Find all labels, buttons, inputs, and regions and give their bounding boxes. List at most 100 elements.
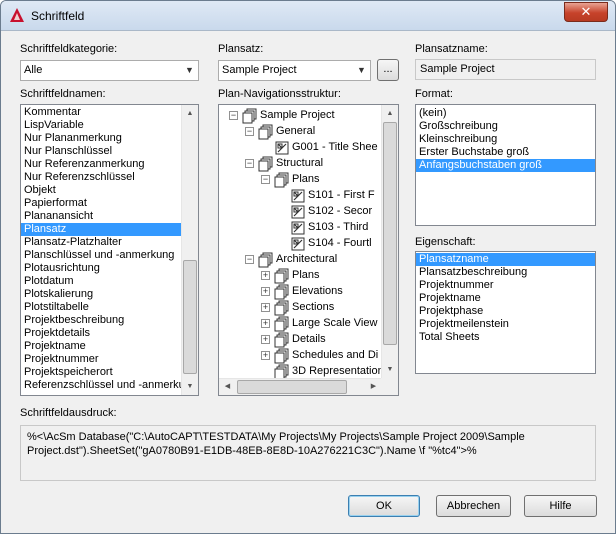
list-item[interactable]: Plotdatum <box>21 275 182 288</box>
list-item[interactable]: Plotskalierung <box>21 288 182 301</box>
tree-item[interactable]: − Plans <box>219 172 382 188</box>
category-select[interactable]: Alle ▼ <box>20 60 199 81</box>
list-item[interactable]: Plotstiltabelle <box>21 301 182 314</box>
browse-sheetset-button[interactable]: ... <box>377 59 399 81</box>
scroll-up-icon[interactable]: ▲ <box>382 105 398 122</box>
collapse-icon[interactable]: − <box>229 111 238 120</box>
list-item[interactable]: Kleinschreibung <box>416 133 595 146</box>
expand-icon[interactable]: + <box>261 303 270 312</box>
sheet-navigation-tree[interactable]: − Sample Project − General G001 - Title Shee… <box>218 104 399 396</box>
tree-item[interactable]: + Elevations <box>219 284 382 300</box>
list-item[interactable]: Nur Referenzschlüssel <box>21 171 182 184</box>
list-item[interactable]: Papierformat <box>21 197 182 210</box>
tree-item[interactable]: + Plans <box>219 268 382 284</box>
scroll-thumb[interactable] <box>383 122 397 345</box>
sheetset-name-field: Sample Project <box>415 59 596 80</box>
collapse-icon[interactable]: − <box>245 127 254 136</box>
help-button[interactable]: Hilfe <box>524 495 597 517</box>
scroll-up-icon[interactable]: ▲ <box>182 105 198 122</box>
sheet-set-icon <box>274 300 290 316</box>
chevron-down-icon: ▼ <box>357 65 366 75</box>
sheetset-value: Sample Project <box>222 64 297 76</box>
sheet-icon <box>290 236 306 252</box>
list-item[interactable]: Nur Plananmerkung <box>21 132 182 145</box>
sheetset-select[interactable]: Sample Project ▼ <box>218 60 371 81</box>
tree-item[interactable]: S104 - Fourtl <box>219 236 382 252</box>
list-item[interactable]: Projektname <box>21 340 182 353</box>
scroll-thumb[interactable] <box>237 380 347 394</box>
tree-item-label: S102 - Secor <box>308 205 373 217</box>
list-item[interactable]: Referenzschlüssel und -anmerkung <box>21 379 197 392</box>
list-item[interactable]: Plansatzbeschreibung <box>416 266 595 279</box>
tree-item[interactable]: + Schedules and Di <box>219 348 382 364</box>
tree-item-label: Large Scale View <box>292 317 378 329</box>
scroll-left-icon[interactable]: ◀ <box>219 379 236 395</box>
list-item[interactable]: Projektspeicherort <box>21 366 182 379</box>
list-item[interactable]: Objekt <box>21 184 182 197</box>
names-scrollbar[interactable]: ▲ ▼ <box>181 105 198 395</box>
expand-icon[interactable]: + <box>261 351 270 360</box>
tree-item-label: Sample Project <box>260 109 335 121</box>
list-item[interactable]: Total Sheets <box>416 331 595 344</box>
collapse-icon[interactable]: − <box>245 159 254 168</box>
scroll-thumb[interactable] <box>183 260 197 374</box>
tree-item[interactable]: − Architectural <box>219 252 382 268</box>
list-item[interactable]: Projektmeilenstein <box>416 318 595 331</box>
tree-vscrollbar[interactable]: ▲ ▼ <box>381 105 398 378</box>
tree-item[interactable]: − General <box>219 124 382 140</box>
expand-icon[interactable]: + <box>261 271 270 280</box>
collapse-icon[interactable]: − <box>245 255 254 264</box>
tree-item[interactable]: − Sample Project <box>219 108 382 124</box>
tree-item[interactable]: + Large Scale View <box>219 316 382 332</box>
tree-item[interactable]: + Details <box>219 332 382 348</box>
list-item[interactable]: Plansatz-Platzhalter <box>21 236 182 249</box>
tree-item[interactable]: S103 - Third <box>219 220 382 236</box>
collapse-icon[interactable]: − <box>261 175 270 184</box>
tree-item[interactable]: S101 - First F <box>219 188 382 204</box>
tree-item-label: Details <box>292 333 326 345</box>
expand-icon[interactable]: + <box>261 335 270 344</box>
list-item[interactable]: Kommentar <box>21 106 182 119</box>
list-item[interactable]: Nur Planschlüssel <box>21 145 182 158</box>
scroll-down-icon[interactable]: ▼ <box>382 361 398 378</box>
list-item[interactable]: Plansatz <box>21 223 182 236</box>
list-item[interactable]: Plananansicht <box>21 210 182 223</box>
list-item[interactable]: (kein) <box>416 107 595 120</box>
list-item[interactable]: Projektnummer <box>416 279 595 292</box>
format-list[interactable]: (kein) Großschreibung Kleinschreibung Erste… <box>415 104 596 226</box>
tree-hscrollbar[interactable]: ◀ ▶ <box>219 378 382 395</box>
list-item[interactable]: Planschlüssel und -anmerkung <box>21 249 182 262</box>
list-item[interactable]: Plansatzname <box>416 253 595 266</box>
scroll-right-icon[interactable]: ▶ <box>365 379 382 395</box>
list-item[interactable]: Projektnummer <box>21 353 182 366</box>
list-item[interactable]: Plotausrichtung <box>21 262 182 275</box>
sheetset-label: Plansatz: <box>218 43 264 55</box>
tree-item[interactable]: S102 - Secor <box>219 204 382 220</box>
list-item[interactable]: Projektname <box>416 292 595 305</box>
property-list[interactable]: Plansatzname Plansatzbeschreibung Projektn… <box>415 251 596 374</box>
list-item[interactable]: Projektbeschreibung <box>21 314 182 327</box>
expand-icon[interactable]: + <box>261 319 270 328</box>
list-item[interactable]: Projektphase <box>416 305 595 318</box>
expand-icon[interactable]: + <box>261 287 270 296</box>
title-bar[interactable]: Schriftfeld ✕ <box>1 1 615 31</box>
list-item[interactable]: LispVariable <box>21 119 182 132</box>
field-expression[interactable]: %<\AcSm Database("C:\AutoCAPT\TESTDATA\M… <box>20 425 596 481</box>
tree-label: Plan-Navigationsstruktur: <box>218 88 341 100</box>
list-item[interactable]: Projektdetails <box>21 327 182 340</box>
list-item[interactable]: Nur Referenzanmerkung <box>21 158 182 171</box>
tree-item[interactable]: − Structural <box>219 156 382 172</box>
list-item[interactable]: Großschreibung <box>416 120 595 133</box>
ok-button[interactable]: OK <box>348 495 420 517</box>
sheet-set-icon <box>274 316 290 332</box>
close-button[interactable]: ✕ <box>564 2 608 22</box>
tree-item[interactable]: + Sections <box>219 300 382 316</box>
scroll-down-icon[interactable]: ▼ <box>182 378 198 395</box>
sheet-set-icon <box>274 332 290 348</box>
window-title: Schriftfeld <box>31 9 85 23</box>
list-item[interactable]: Anfangsbuchstaben groß <box>416 159 595 172</box>
field-names-list[interactable]: Kommentar LispVariable Nur Plananmerkung Nu… <box>20 104 199 396</box>
list-item[interactable]: Erster Buchstabe groß <box>416 146 595 159</box>
tree-item[interactable]: G001 - Title Shee <box>219 140 382 156</box>
cancel-button[interactable]: Abbrechen <box>436 495 511 517</box>
